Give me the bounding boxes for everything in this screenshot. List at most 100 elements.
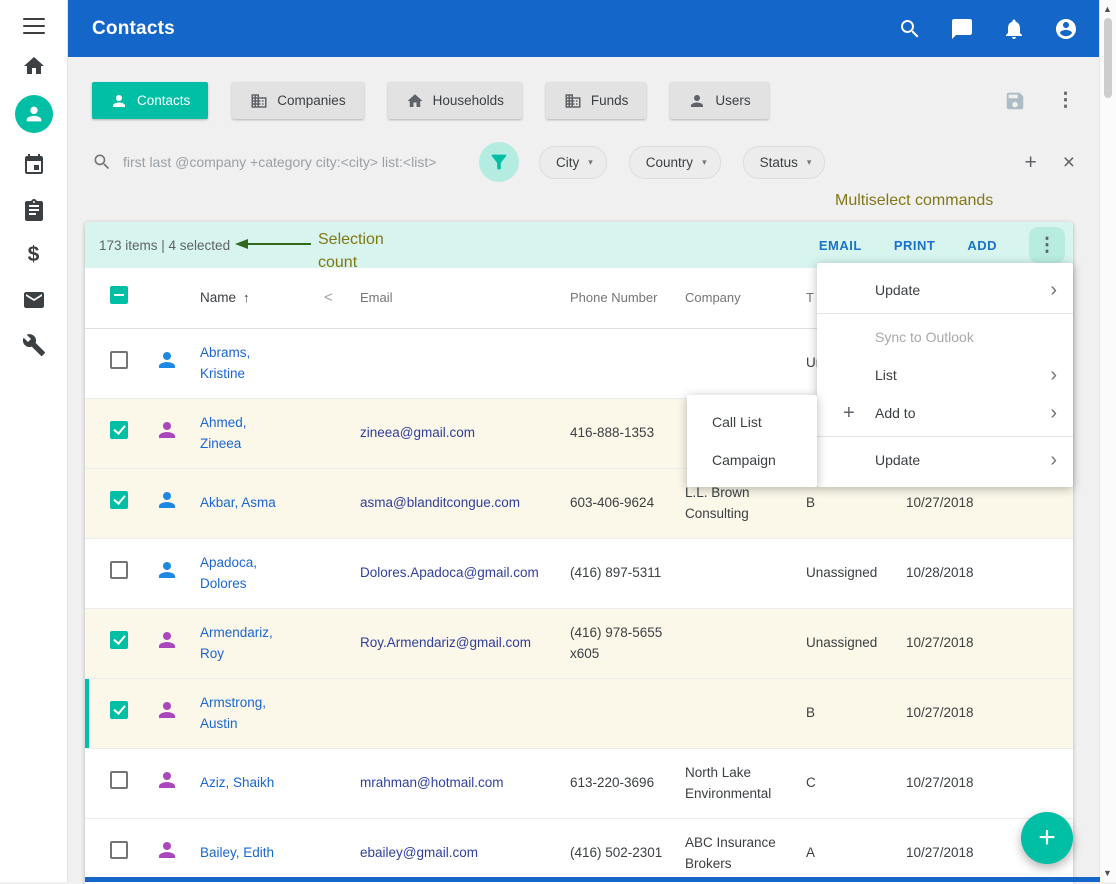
contact-name-link[interactable]: Bailey, Edith bbox=[190, 843, 310, 863]
row-checkbox[interactable] bbox=[110, 561, 128, 579]
sidebar-home-icon[interactable] bbox=[20, 53, 48, 79]
vertical-scrollbar-thumb[interactable] bbox=[1104, 18, 1112, 98]
contact-email-link[interactable]: Roy.Armendariz@gmail.com bbox=[350, 633, 560, 653]
table-row: Bailey, Edith ebailey@gmail.com (416) 50… bbox=[85, 819, 1073, 884]
submenu-item-campaign[interactable]: Campaign bbox=[687, 441, 817, 479]
email-action-button[interactable]: EMAIL bbox=[819, 238, 862, 253]
contact-avatar-icon[interactable] bbox=[155, 628, 179, 652]
hamburger-menu-icon[interactable] bbox=[23, 18, 45, 34]
tab-users[interactable]: Users bbox=[670, 82, 768, 119]
contact-name-link[interactable]: Armstrong, Austin bbox=[190, 693, 310, 734]
contact-avatar-icon[interactable] bbox=[155, 838, 179, 862]
menu-item-sync-to-outlook[interactable]: Sync to Outlook bbox=[817, 318, 1073, 356]
contact-name-link[interactable]: Ahmed, Zineea bbox=[190, 413, 310, 454]
search-input[interactable] bbox=[121, 153, 455, 171]
annotation-multiselect-commands: Multiselect commands bbox=[835, 192, 993, 210]
contact-phone: 613-220-3696 bbox=[560, 773, 675, 793]
contact-avatar-icon[interactable] bbox=[155, 418, 179, 442]
chip-label: Status bbox=[760, 155, 798, 170]
row-checkbox[interactable] bbox=[110, 771, 128, 789]
column-header-email[interactable]: Email bbox=[350, 288, 560, 308]
menu-item-update[interactable]: Update› bbox=[817, 271, 1073, 309]
contact-email-link[interactable]: asma@blanditcongue.com bbox=[350, 493, 560, 513]
filter-icon[interactable] bbox=[479, 142, 519, 182]
tab-funds[interactable]: Funds bbox=[546, 82, 647, 119]
contact-avatar-icon[interactable] bbox=[155, 348, 179, 372]
print-action-button[interactable]: PRINT bbox=[894, 238, 936, 253]
menu-divider bbox=[817, 436, 1073, 437]
save-icon[interactable] bbox=[1004, 90, 1026, 112]
contact-name-link[interactable]: Aziz, Shaikh bbox=[190, 773, 310, 793]
search-icon[interactable] bbox=[898, 17, 922, 41]
contact-avatar-icon[interactable] bbox=[155, 698, 179, 722]
column-header-phone[interactable]: Phone Number bbox=[560, 288, 675, 308]
tab-households[interactable]: Households bbox=[388, 82, 522, 119]
account-icon[interactable] bbox=[1054, 17, 1078, 41]
add-contact-fab[interactable]: + bbox=[1021, 812, 1073, 864]
contact-tier: C bbox=[796, 773, 896, 793]
vertical-scrollbar[interactable]: ▲ ▼ bbox=[1099, 0, 1116, 882]
chip-label: City bbox=[556, 155, 579, 170]
menu-item-update-2[interactable]: Update› bbox=[817, 441, 1073, 479]
notifications-icon[interactable] bbox=[1002, 17, 1026, 41]
contact-date: 10/27/2018 bbox=[896, 703, 1073, 723]
contact-company: L.L. Brown Consulting bbox=[675, 483, 796, 524]
contact-name-link[interactable]: Akbar, Asma bbox=[190, 493, 310, 513]
clear-search-icon[interactable]: × bbox=[1063, 152, 1075, 173]
annotation-arrow bbox=[233, 237, 315, 251]
menu-item-list[interactable]: List› bbox=[817, 356, 1073, 394]
contact-email-link[interactable]: mrahman@hotmail.com bbox=[350, 773, 560, 793]
table-row: Armstrong, Austin B 10/27/2018 bbox=[85, 679, 1073, 749]
menu-item-add-to[interactable]: +Add to› bbox=[817, 394, 1073, 432]
sidebar-calendar-icon[interactable] bbox=[20, 152, 48, 178]
sort-asc-icon: ↑ bbox=[243, 290, 250, 305]
contact-name-link[interactable]: Apadoca, Dolores bbox=[190, 553, 310, 594]
sidebar-tasks-icon[interactable] bbox=[20, 197, 48, 223]
sidebar-mail-icon[interactable] bbox=[20, 287, 48, 313]
entity-tabs: Contacts Companies Households Funds User… bbox=[92, 82, 1075, 119]
chat-icon[interactable] bbox=[950, 17, 974, 41]
tab-companies[interactable]: Companies bbox=[232, 82, 363, 119]
tab-contacts[interactable]: Contacts bbox=[92, 82, 208, 119]
contact-email-link[interactable]: zineea@gmail.com bbox=[350, 423, 560, 443]
column-header-company[interactable]: Company bbox=[675, 288, 796, 308]
sidebar-billing-icon[interactable]: $ bbox=[20, 242, 48, 268]
contact-avatar-icon[interactable] bbox=[155, 768, 179, 792]
row-checkbox[interactable] bbox=[110, 351, 128, 369]
filter-chip-country[interactable]: Country▾ bbox=[629, 146, 721, 179]
add-filter-icon[interactable]: + bbox=[1024, 152, 1036, 173]
sidebar-contacts-icon[interactable] bbox=[15, 95, 53, 133]
tab-label: Users bbox=[715, 93, 750, 108]
collapse-columns-icon[interactable]: < bbox=[310, 287, 350, 310]
filter-chip-status[interactable]: Status▾ bbox=[743, 146, 826, 179]
select-all-checkbox[interactable] bbox=[110, 286, 128, 304]
contact-avatar-icon[interactable] bbox=[155, 488, 179, 512]
row-checkbox[interactable] bbox=[110, 421, 128, 439]
sidebar-tools-icon[interactable] bbox=[20, 332, 48, 358]
row-checkbox[interactable] bbox=[110, 701, 128, 719]
row-checkbox[interactable] bbox=[110, 631, 128, 649]
multiselect-more-icon[interactable]: ⋮ bbox=[1029, 227, 1065, 263]
row-checkbox[interactable] bbox=[110, 491, 128, 509]
contact-company: North Lake Environmental bbox=[675, 763, 796, 804]
column-header-name[interactable]: Name↑ bbox=[190, 288, 310, 308]
horizontal-scrollbar-thumb[interactable] bbox=[85, 877, 1100, 882]
add-action-button[interactable]: ADD bbox=[967, 238, 997, 253]
annotation-selection-count: Selection count bbox=[318, 228, 410, 274]
submenu-item-call-list[interactable]: Call List bbox=[687, 403, 817, 441]
contact-email-link[interactable]: Dolores.Apadoca@gmail.com bbox=[350, 563, 560, 583]
filter-chip-city[interactable]: City ▾ bbox=[539, 146, 607, 179]
contact-phone: (416) 978-5655 x605 bbox=[560, 623, 675, 664]
scroll-down-icon[interactable]: ▼ bbox=[1100, 868, 1115, 878]
contact-avatar-icon[interactable] bbox=[155, 558, 179, 582]
row-checkbox[interactable] bbox=[110, 841, 128, 859]
caret-down-icon: ▾ bbox=[588, 157, 593, 168]
more-options-icon[interactable]: ⋮ bbox=[1056, 91, 1075, 110]
table-row: Armendariz, Roy Roy.Armendariz@gmail.com… bbox=[85, 609, 1073, 679]
contact-email-link[interactable]: ebailey@gmail.com bbox=[350, 843, 560, 863]
chevron-right-icon: › bbox=[1050, 403, 1057, 423]
contact-name-link[interactable]: Armendariz, Roy bbox=[190, 623, 310, 664]
scroll-up-icon[interactable]: ▲ bbox=[1100, 4, 1115, 14]
chevron-right-icon: › bbox=[1050, 450, 1057, 470]
contact-name-link[interactable]: Abrams, Kristine bbox=[190, 343, 310, 384]
